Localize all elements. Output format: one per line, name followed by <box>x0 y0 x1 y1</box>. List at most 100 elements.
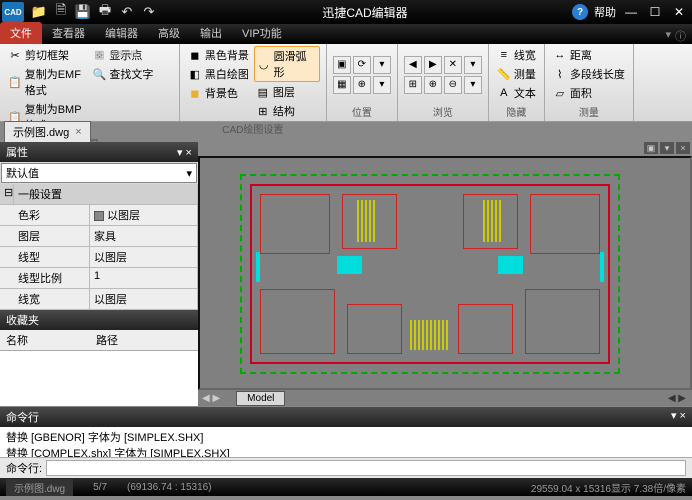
scissors-icon: ✂ <box>8 48 22 62</box>
pos-btn-5[interactable]: ⊕ <box>353 76 371 94</box>
nav-btn-1[interactable]: ◀ <box>404 56 422 74</box>
tab-vip[interactable]: VIP功能 <box>232 22 292 44</box>
btn-polyline-len[interactable]: ⌇多段线长度 <box>551 65 627 83</box>
document-tab-close-icon[interactable]: × <box>75 126 81 138</box>
prop-val-linetype[interactable]: 以图层 <box>90 247 198 267</box>
nav-btn-8[interactable]: ▾ <box>464 76 482 94</box>
command-log: 替换 [GBENOR] 字体为 [SIMPLEX.SHX] 替换 [COMPLE… <box>0 427 692 457</box>
command-input[interactable] <box>46 460 686 476</box>
prop-section[interactable]: 一般设置 <box>14 184 198 204</box>
ribbon-minimize-icon[interactable]: ▾ <box>665 28 671 44</box>
pos-btn-4[interactable]: ▦ <box>333 76 351 94</box>
pos-btn-3[interactable]: ▾ <box>373 56 391 74</box>
maximize-button[interactable]: ☐ <box>646 3 664 21</box>
btn-text[interactable]: A文本 <box>495 84 538 102</box>
prop-val-ltscale[interactable]: 1 <box>90 268 198 288</box>
qat-print-icon[interactable]: 🖶 <box>96 3 114 21</box>
pos-btn-6[interactable]: ▾ <box>373 76 391 94</box>
tab-viewer[interactable]: 查看器 <box>42 22 95 44</box>
tab-file[interactable]: 文件 <box>0 22 42 44</box>
nav-btn-5[interactable]: ⊞ <box>404 76 422 94</box>
ruler-icon: 📏 <box>497 67 511 81</box>
model-space-tab[interactable]: Model <box>236 391 285 406</box>
distance-icon: ↔ <box>553 48 567 62</box>
command-panel-header: 命令行▾ × <box>0 407 692 427</box>
drawing-canvas[interactable] <box>198 156 692 390</box>
close-button[interactable]: ✕ <box>670 3 688 21</box>
properties-combo[interactable]: 默认值▾ <box>1 163 197 183</box>
area-icon: ▱ <box>553 86 567 100</box>
color-icon: ◼ <box>188 86 202 100</box>
structure-icon: ⊞ <box>256 104 270 118</box>
btn-bg-color[interactable]: ◼背景色 <box>186 84 252 102</box>
properties-panel-header: 属性▾ × <box>0 142 198 162</box>
tab-advanced[interactable]: 高级 <box>148 22 190 44</box>
btn-area[interactable]: ▱面积 <box>551 84 627 102</box>
btn-bw-draw[interactable]: ◧黑白绘图 <box>186 65 252 83</box>
btn-smooth-arc[interactable]: ◡圆滑弧形 <box>254 46 320 82</box>
favorites-panel-header: 收藏夹 <box>0 310 198 330</box>
pos-btn-2[interactable]: ⟳ <box>353 56 371 74</box>
btn-distance[interactable]: ↔距离 <box>551 46 627 64</box>
nav-btn-7[interactable]: ⊖ <box>444 76 462 94</box>
bw-icon: ◧ <box>188 67 202 81</box>
prop-val-color[interactable]: 以图层 <box>90 205 198 225</box>
btn-copy-emf[interactable]: 📋复制为EMF格式 <box>6 65 88 99</box>
command-prompt-label: 命令行: <box>6 460 42 476</box>
prop-val-lineweight[interactable]: 以图层 <box>90 289 198 309</box>
btn-remove-raster: ▦移除光栅 <box>90 46 139 62</box>
qat-redo-icon[interactable]: ↷ <box>140 3 158 21</box>
qat-new-icon[interactable]: 🗎 <box>52 3 70 21</box>
status-coords: (69136.74 : 15316) <box>127 482 212 493</box>
favorites-list <box>0 351 198 406</box>
group-cad-label: CAD绘图设置 <box>186 120 320 136</box>
app-logo-icon: CAD <box>2 2 24 22</box>
prop-key-color: 色彩 <box>0 205 90 225</box>
document-tab-label: 示例图.dwg <box>13 124 69 140</box>
group-hide-label: 隐藏 <box>495 103 538 119</box>
group-browse-label: 浏览 <box>404 103 482 119</box>
nav-btn-4[interactable]: ▾ <box>464 56 482 74</box>
document-tab[interactable]: 示例图.dwg × <box>4 121 91 142</box>
qat-undo-icon[interactable]: ↶ <box>118 3 136 21</box>
text-icon: A <box>497 86 511 100</box>
minimize-button[interactable]: — <box>622 3 640 21</box>
btn-black-bg[interactable]: ◼黑色背景 <box>186 46 252 64</box>
canvas-close-icon[interactable]: × <box>676 142 690 154</box>
arc-icon: ◡ <box>257 57 271 71</box>
bg-icon: ◼ <box>188 48 202 62</box>
prop-key-ltscale: 线型比例 <box>0 268 90 288</box>
copy-icon: 📋 <box>8 75 22 89</box>
window-title: 迅捷CAD编辑器 <box>158 4 572 21</box>
fav-col-name[interactable]: 名称 <box>0 330 90 350</box>
canvas-tool-1[interactable]: ▣ <box>644 142 658 154</box>
status-filename: 示例图.dwg <box>6 479 73 496</box>
btn-layers[interactable]: ▤图层 <box>254 83 320 101</box>
raster-icon: ▦ <box>92 47 106 61</box>
fav-col-path[interactable]: 路径 <box>90 330 124 350</box>
help-icon[interactable]: ? <box>572 4 588 20</box>
help-label[interactable]: 帮助 <box>594 4 616 20</box>
btn-measure[interactable]: 📏测量 <box>495 65 538 83</box>
ribbon-help-icon[interactable]: ⓘ <box>675 28 686 44</box>
tab-output[interactable]: 输出 <box>190 22 232 44</box>
status-zoom: 29559.04 x 15316显示 7.38倍/像素 <box>531 480 686 495</box>
btn-structure[interactable]: ⊞结构 <box>254 102 320 120</box>
btn-linewidth[interactable]: ≡线宽 <box>495 46 538 64</box>
btn-cut-frame[interactable]: ✂剪切框架 <box>6 46 88 64</box>
tab-editor[interactable]: 编辑器 <box>95 22 148 44</box>
status-page: 5/7 <box>93 482 107 493</box>
canvas-tool-2[interactable]: ▾ <box>660 142 674 154</box>
prop-val-layer[interactable]: 家具 <box>90 226 198 246</box>
search-icon: 🔍 <box>92 67 106 81</box>
qat-save-icon[interactable]: 💾 <box>74 3 92 21</box>
btn-find-text[interactable]: 🔍查找文字 <box>90 65 172 83</box>
nav-btn-6[interactable]: ⊕ <box>424 76 442 94</box>
prop-key-lineweight: 线宽 <box>0 289 90 309</box>
nav-btn-3[interactable]: ✕ <box>444 56 462 74</box>
group-measure-label: 测量 <box>551 103 627 119</box>
qat-open-icon[interactable]: 📁 <box>30 3 48 21</box>
chevron-down-icon: ▾ <box>186 167 192 180</box>
nav-btn-2[interactable]: ▶ <box>424 56 442 74</box>
pos-btn-1[interactable]: ▣ <box>333 56 351 74</box>
